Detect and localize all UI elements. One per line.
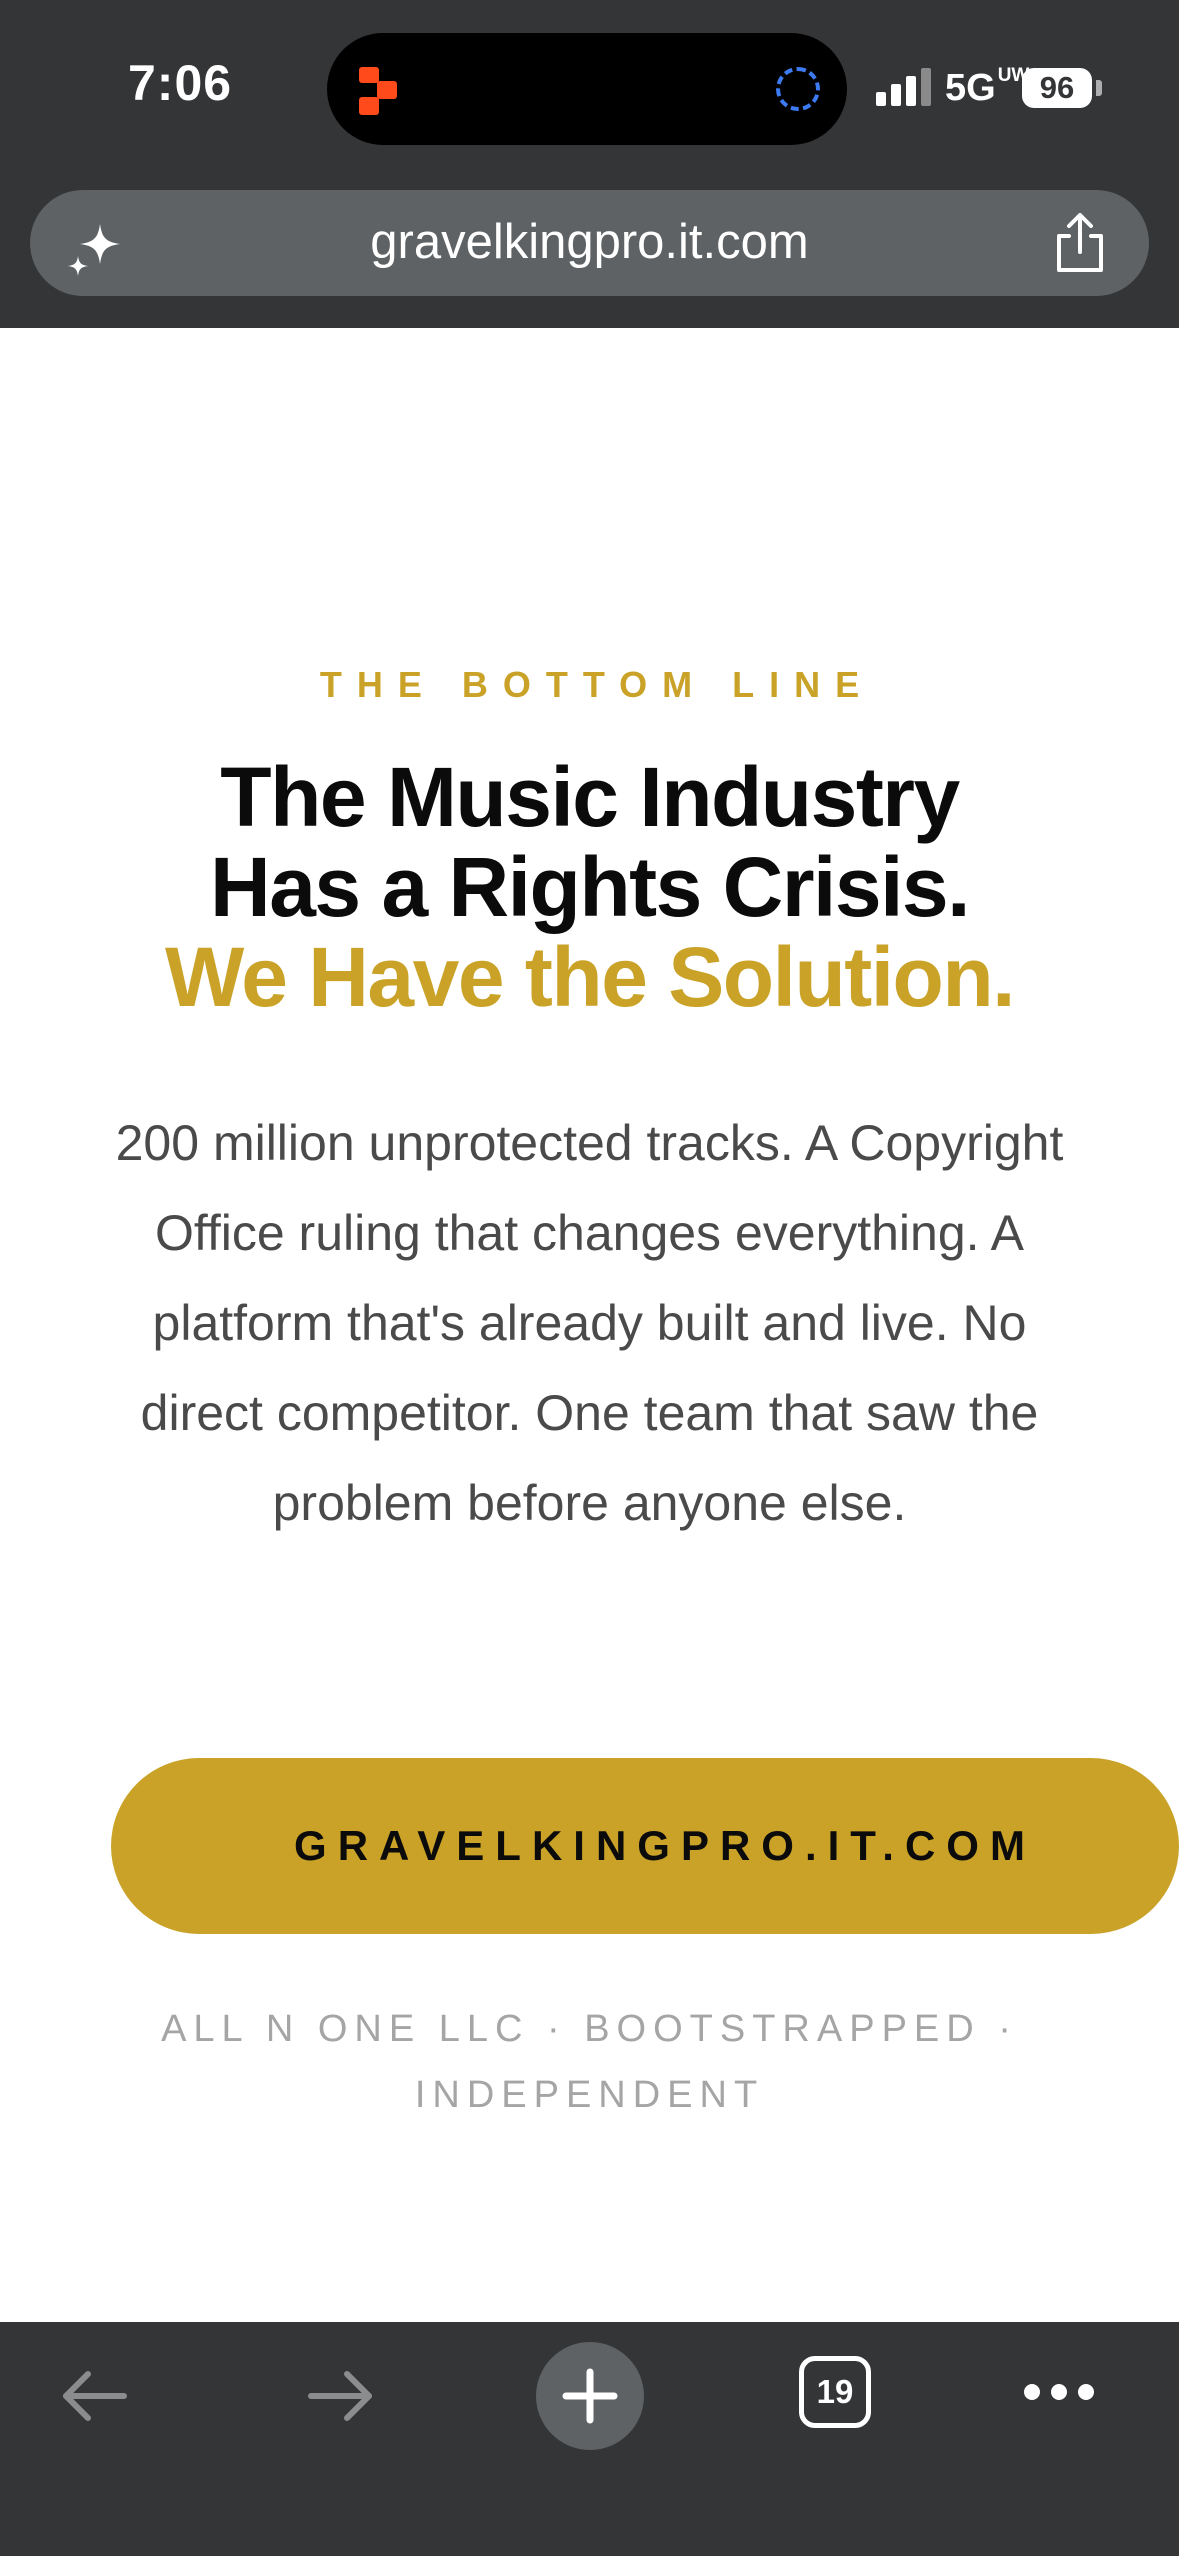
- battery-indicator: 96: [1022, 68, 1092, 108]
- share-icon[interactable]: [1051, 212, 1109, 274]
- browser-top-chrome: 7:06 5G UW 96 gravelkingpro.it.com: [0, 0, 1179, 328]
- battery-cap: [1096, 80, 1102, 96]
- more-icon[interactable]: [1022, 2380, 1096, 2404]
- headline-line-2: Has a Rights Crisis.: [210, 840, 970, 934]
- headline-accent: We Have the Solution.: [164, 930, 1016, 1024]
- activity-indicator-icon: [776, 67, 820, 111]
- url-bar[interactable]: gravelkingpro.it.com: [30, 190, 1149, 296]
- new-tab-button[interactable]: [536, 2336, 644, 2456]
- section-eyebrow: THE BOTTOM LINE: [319, 664, 875, 705]
- url-text[interactable]: gravelkingpro.it.com: [30, 214, 1149, 270]
- body-copy: 200 million unprotected tracks. A Copyri…: [115, 1115, 1064, 1531]
- company-footnote: ALL N ONE LLC · BOOTSTRAPPED · INDEPENDE…: [80, 1996, 1099, 2128]
- app-activity-icon: [359, 67, 397, 115]
- status-time: 7:06: [128, 55, 233, 111]
- dynamic-island: [327, 33, 847, 145]
- footnote-line-1: ALL N ONE LLC · BOOTSTRAPPED ·: [161, 2008, 1018, 2050]
- footnote-line-2: INDEPENDENT: [414, 2074, 765, 2116]
- cellular-signal-icon: [876, 68, 931, 106]
- network-label: 5G: [945, 67, 996, 109]
- cta-label[interactable]: GRAVELKINGPRO.IT.COM: [294, 1822, 1036, 1870]
- browser-toolbar: 19: [0, 2322, 1179, 2556]
- network-type: 5G UW: [945, 66, 1029, 110]
- forward-arrow-icon[interactable]: [305, 2366, 377, 2426]
- page-headline: The Music Industry Has a Rights Crisis. …: [40, 752, 1139, 1022]
- back-arrow-icon[interactable]: [58, 2366, 130, 2426]
- cta-button[interactable]: GRAVELKINGPRO.IT.COM: [111, 1758, 1179, 1934]
- tabs-icon[interactable]: 19: [799, 2356, 871, 2428]
- plus-icon[interactable]: [560, 2366, 620, 2426]
- headline-line-1: The Music Industry: [220, 750, 960, 844]
